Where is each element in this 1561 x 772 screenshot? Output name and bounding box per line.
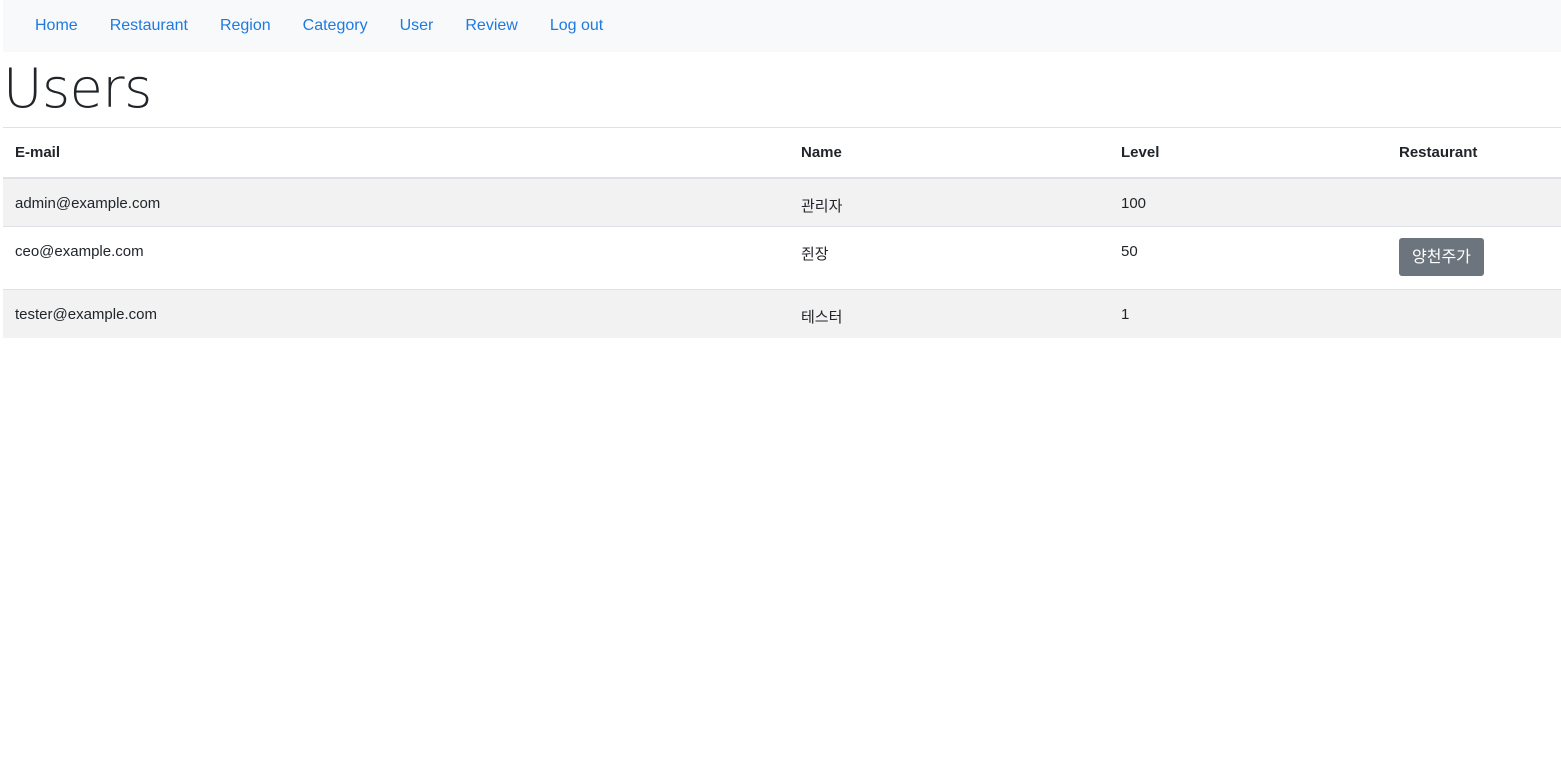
table-header-row: E-mail Name Level Restaurant [3, 127, 1561, 179]
cell-name: 테스터 [789, 289, 1109, 338]
column-header-name: Name [789, 127, 1109, 179]
cell-level: 100 [1109, 177, 1387, 227]
page: Home Restaurant Region Category User Rev… [0, 0, 1561, 772]
cell-email: admin@example.com [3, 177, 789, 227]
top-navbar: Home Restaurant Region Category User Rev… [3, 0, 1561, 52]
nav-link-region[interactable]: Region [204, 0, 287, 52]
column-header-email: E-mail [3, 127, 789, 179]
nav-link-restaurant[interactable]: Restaurant [94, 0, 204, 52]
cell-email: ceo@example.com [3, 226, 789, 290]
table-row: admin@example.com 관리자 100 [3, 177, 1561, 227]
cell-restaurant [1387, 177, 1561, 227]
cell-name: 관리자 [789, 177, 1109, 227]
column-header-restaurant: Restaurant [1387, 127, 1561, 179]
table-header: E-mail Name Level Restaurant [3, 127, 1561, 179]
column-header-level: Level [1109, 127, 1387, 179]
nav-link-user[interactable]: User [384, 0, 450, 52]
table-row: tester@example.com 테스터 1 [3, 289, 1561, 338]
page-title: Users [3, 57, 152, 120]
restaurant-button[interactable]: 양천주가 [1399, 238, 1484, 276]
nav-link-logout[interactable]: Log out [534, 0, 619, 52]
cell-name: 쥔장 [789, 226, 1109, 290]
cell-level: 1 [1109, 289, 1387, 338]
users-table: E-mail Name Level Restaurant admin@examp… [3, 127, 1561, 338]
cell-email: tester@example.com [3, 289, 789, 338]
cell-restaurant [1387, 289, 1561, 338]
table-row: ceo@example.com 쥔장 50 양천주가 [3, 226, 1561, 290]
table-body: admin@example.com 관리자 100 ceo@example.co… [3, 177, 1561, 338]
nav-link-category[interactable]: Category [287, 0, 384, 52]
cell-restaurant: 양천주가 [1387, 226, 1561, 290]
nav-link-home[interactable]: Home [19, 0, 94, 52]
nav-link-review[interactable]: Review [449, 0, 533, 52]
cell-level: 50 [1109, 226, 1387, 290]
